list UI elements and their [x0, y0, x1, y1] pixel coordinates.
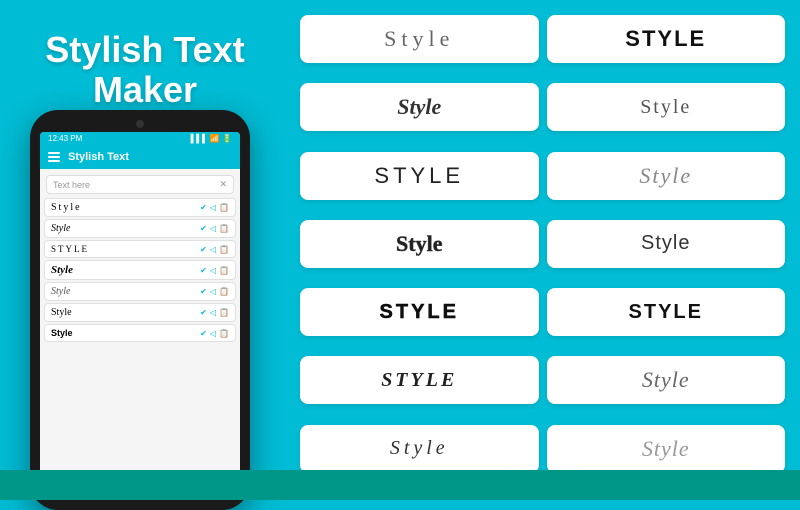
phone-time: 12:43 PM — [48, 134, 82, 143]
style-text: Style — [397, 94, 441, 120]
phone-mockup: 12:43 PM ▌▌▌ 📶 🔋 Stylish Text Text here … — [30, 110, 250, 510]
item-text: Style — [51, 202, 82, 213]
phone-screen: 12:43 PM ▌▌▌ 📶 🔋 Stylish Text Text here … — [40, 132, 240, 492]
list-item[interactable]: Style ✔◁📋 — [44, 219, 236, 238]
style-text: Style — [642, 367, 690, 393]
style-text: STYLE — [380, 301, 459, 324]
list-item[interactable]: Style ✔◁📋 — [44, 260, 236, 280]
style-card-11[interactable]: STYLE — [300, 356, 539, 404]
phone-status-bar: 12:43 PM ▌▌▌ 📶 🔋 — [40, 132, 240, 145]
left-section: Stylish Text Maker Fancy Text Generator … — [0, 0, 290, 500]
style-card-7[interactable]: Style — [300, 220, 539, 268]
style-card-3[interactable]: Style — [300, 83, 539, 131]
phone-toolbar-title: Stylish Text — [68, 151, 129, 163]
list-item[interactable]: Style ✔◁📋 — [44, 198, 236, 217]
style-text: STYLE — [381, 369, 457, 392]
style-text: Style — [390, 437, 449, 460]
right-section: Style STYLE Style Style STYLE Style Styl… — [290, 0, 800, 500]
style-text: Style — [640, 96, 691, 119]
style-card-5[interactable]: STYLE — [300, 152, 539, 200]
item-icons: ✔◁📋 — [200, 308, 229, 317]
style-grid: Style STYLE Style Style STYLE Style Styl… — [300, 15, 785, 485]
style-card-13[interactable]: Style — [300, 425, 539, 473]
item-icons: ✔◁📋 — [200, 245, 229, 254]
item-text: Style — [51, 286, 70, 297]
style-text: STYLE — [629, 301, 703, 324]
style-card-6[interactable]: Style — [547, 152, 786, 200]
style-text: Style — [384, 26, 454, 52]
style-text: Style — [642, 436, 690, 462]
style-text: STYLE — [374, 163, 464, 189]
item-icons: ✔◁📋 — [200, 203, 229, 212]
phone-search-bar[interactable]: Text here ✕ — [46, 175, 234, 194]
style-card-12[interactable]: Style — [547, 356, 786, 404]
list-item[interactable]: STYLE ✔◁📋 — [44, 240, 236, 258]
item-text: Style — [51, 264, 73, 276]
teal-bottom-bar — [0, 470, 800, 500]
item-icons: ✔◁📋 — [200, 287, 229, 296]
item-icons: ✔◁📋 — [200, 266, 229, 275]
style-text: Style — [396, 231, 442, 257]
phone-list: Style ✔◁📋 Style ✔◁📋 STYLE ✔◁📋 Style ✔◁📋 — [40, 198, 240, 470]
phone-signal: ▌▌▌ 📶 🔋 — [191, 134, 232, 143]
item-text: Style — [51, 223, 70, 234]
item-text: Style — [51, 328, 73, 338]
style-card-1[interactable]: Style — [300, 15, 539, 63]
style-card-9[interactable]: STYLE — [300, 288, 539, 336]
phone-outer: 12:43 PM ▌▌▌ 📶 🔋 Stylish Text Text here … — [30, 110, 250, 510]
search-placeholder: Text here — [53, 180, 90, 190]
style-text: STYLE — [625, 26, 706, 52]
list-item[interactable]: Style ✔◁📋 — [44, 303, 236, 322]
style-text: Style — [641, 232, 690, 255]
phone-camera — [136, 120, 144, 128]
phone-toolbar: Stylish Text — [40, 145, 240, 169]
item-text: STYLE — [51, 244, 89, 254]
style-card-4[interactable]: Style — [547, 83, 786, 131]
list-item[interactable]: Style ✔◁📋 — [44, 282, 236, 301]
hamburger-icon[interactable] — [48, 152, 60, 162]
app-title: Stylish Text Maker — [0, 30, 290, 109]
clear-icon[interactable]: ✕ — [219, 179, 227, 190]
list-item[interactable]: Style ✔◁📋 — [44, 324, 236, 342]
style-text: Style — [639, 163, 692, 189]
style-card-8[interactable]: Style — [547, 220, 786, 268]
style-card-10[interactable]: STYLE — [547, 288, 786, 336]
style-card-14[interactable]: Style — [547, 425, 786, 473]
item-text: Style — [51, 307, 72, 318]
item-icons: ✔◁📋 — [200, 224, 229, 233]
style-card-2[interactable]: STYLE — [547, 15, 786, 63]
item-icons: ✔◁📋 — [200, 329, 229, 338]
